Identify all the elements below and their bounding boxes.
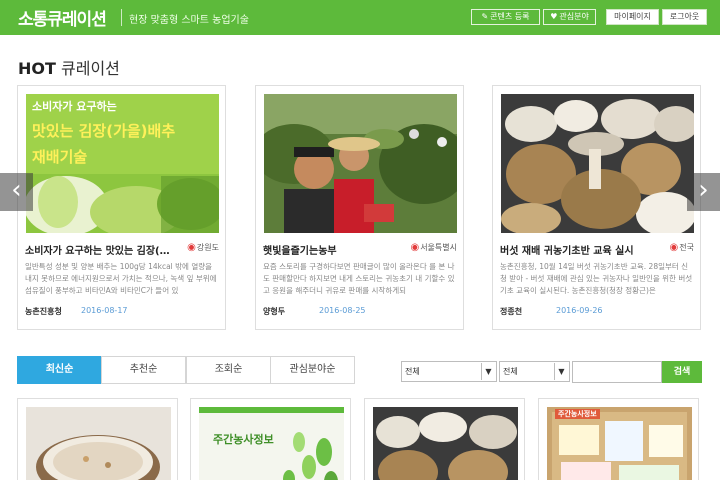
edit-icon: ✎	[481, 12, 489, 21]
mushroom-thumbnail[interactable]	[501, 94, 694, 233]
location-pin-icon: ◉	[410, 242, 420, 253]
list-card[interactable]: 주간농사정보	[190, 398, 351, 480]
card-author: 정종천	[500, 307, 523, 316]
weekly-farming-info-thumbnail[interactable]: 주간농사정보	[199, 407, 344, 480]
cabbage-thumbnail[interactable]: 소비자가 요구하는 맛있는 김장(가을)배추 재배기술	[26, 94, 219, 233]
hot-card[interactable]: 햇빛을즐기는농부 ◉서울특별시 요즘 스토리를 구경하다보면 판매글이 많이 올…	[255, 85, 464, 330]
mushroom-thumbnail[interactable]	[373, 407, 518, 480]
weekly-farming-board-thumbnail[interactable]: 주간농사정보	[547, 407, 692, 480]
thumb-caption-line2: 맛있는 김장(가을)배추	[32, 122, 176, 140]
tab-views[interactable]: 조회순	[186, 356, 271, 384]
list-card[interactable]	[364, 398, 525, 480]
card-date: 2016-08-17	[81, 306, 128, 315]
heart-icon: ♥	[550, 12, 558, 21]
card-title[interactable]: 소비자가 요구하는 맛있는 김장(가을)배추 재배기술	[25, 242, 173, 257]
card-author: 농촌진흥청	[25, 307, 62, 316]
thumb-caption-line1: 소비자가 요구하는	[32, 100, 117, 113]
hot-card[interactable]: 소비자가 요구하는 맛있는 김장(가을)배추 재배기술 소비자가 요구하는 맛있…	[17, 85, 226, 330]
brand-divider	[121, 9, 122, 26]
location-pin-icon: ◉	[187, 242, 196, 253]
carousel-next-button[interactable]: ›	[687, 173, 720, 211]
thumb-caption: 주간농사정보	[555, 409, 600, 419]
chevron-left-icon: ‹	[11, 175, 22, 205]
porridge-thumbnail[interactable]	[26, 407, 171, 480]
tab-latest[interactable]: 최신순	[17, 356, 102, 384]
hot-card[interactable]: 버섯 재배 귀농기초반 교육 실시 ◉전국 농촌진흥청, 10월 14일 버섯 …	[492, 85, 701, 330]
thumb-caption-line3: 재배기술	[32, 148, 88, 166]
site-tagline: 현장 맞춤형 스마트 농업기술	[129, 15, 249, 26]
card-date: 2016-09-26	[556, 306, 603, 315]
card-location: ◉전국	[669, 242, 694, 253]
hot-section-title: HOT 큐레이션	[18, 59, 120, 78]
logout-button[interactable]: 로그아웃	[662, 9, 707, 25]
card-location: ◉강원도	[187, 242, 219, 253]
mypage-button[interactable]: 마이페이지	[606, 9, 659, 25]
card-author: 양형두	[263, 307, 286, 316]
card-date: 2016-08-25	[319, 306, 366, 315]
location-pin-icon: ◉	[669, 242, 679, 253]
card-location: ◉서울특별시	[410, 242, 457, 253]
carousel-prev-button[interactable]: ‹	[0, 173, 33, 211]
card-title[interactable]: 햇빛을즐기는농부	[263, 242, 411, 257]
category-select-2[interactable]: 전체 ▼	[499, 361, 570, 382]
card-description: 농촌진흥청, 10월 14일 버섯 귀농기초반 교육. 28일부터 신청 받아 …	[500, 262, 693, 295]
tab-interest[interactable]: 관심분야순	[270, 356, 355, 384]
farmers-selfie-thumbnail[interactable]	[264, 94, 457, 233]
search-button[interactable]: 검색	[662, 361, 702, 383]
search-input[interactable]	[572, 361, 662, 383]
thumb-caption: 주간농사정보	[213, 433, 274, 446]
card-description: 일반특성 성분 및 양분 배추는 100g당 14kcal 밖에 열량을 내지 …	[25, 262, 217, 295]
tab-recommended[interactable]: 추천순	[101, 356, 186, 384]
top-header: 소통큐레이션 현장 맞춤형 스마트 농업기술 ✎ 콘텐츠 등록 ♥ 관심분야 마이페…	[0, 0, 720, 35]
card-title[interactable]: 버섯 재배 귀농기초반 교육 실시	[500, 242, 648, 257]
site-logo[interactable]: 소통큐레이션	[18, 5, 107, 30]
chevron-down-icon: ▼	[554, 363, 568, 380]
chevron-down-icon: ▼	[481, 363, 495, 380]
content-register-button[interactable]: ✎ 콘텐츠 등록	[471, 9, 540, 25]
chevron-right-icon: ›	[698, 175, 709, 205]
list-card[interactable]	[17, 398, 178, 480]
interest-button[interactable]: ♥ 관심분야	[543, 9, 596, 25]
card-description: 요즘 스토리를 구경하다보면 판매글이 많이 올라온다 를 본 나도 판매할만다…	[263, 262, 455, 295]
category-select-1[interactable]: 전체 ▼	[401, 361, 497, 382]
list-card[interactable]: 주간농사정보	[538, 398, 699, 480]
